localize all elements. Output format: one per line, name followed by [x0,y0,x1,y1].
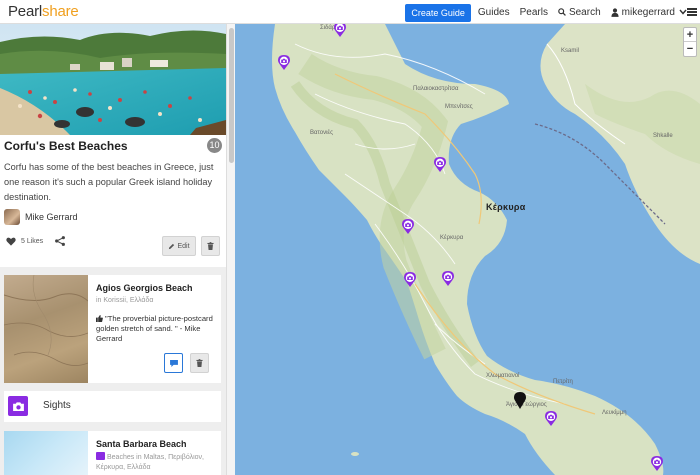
map-label-chlomatianoi: Χλωματιανοί [486,373,520,379]
map-pin-camera-icon[interactable] [434,157,446,172]
guide-description: Corfu has some of the best beaches in Gr… [4,162,214,202]
search-label: Search [568,6,601,18]
chevron-down-icon[interactable] [679,9,687,15]
map-pin-camera-icon[interactable] [442,271,454,286]
map-zoom-control: + − [683,27,697,57]
section-label: Sights [43,400,71,411]
search-icon [558,8,566,16]
user-menu[interactable]: mikegerrard [611,7,675,18]
map-label-lefkimmi: Λευκίμμη [602,410,627,416]
pearl-thumbnail[interactable] [4,431,88,475]
camera-icon [96,452,105,460]
map-label-shkalle: Shkalle [653,133,673,139]
comment-icon [169,359,178,367]
pearl-count-badge: 10 [207,138,222,153]
author-name[interactable]: Mike Gerrard [25,212,78,222]
logo-part-pearl: Pearl [8,3,43,20]
map-label-kerkyra: Κέρκυρα [486,202,526,212]
author-info[interactable]: Mike Gerrard [4,209,78,225]
pearl-card[interactable]: Santa Barbara Beach Beaches in Maltas, Π… [4,431,221,475]
map-label-vatonies: Βατονιές [310,130,333,136]
pearl-title[interactable]: Santa Barbara Beach [96,439,187,449]
pearl-location: Beaches in Maltas, Περιβόλιον, Κέρκυρα, … [96,452,216,473]
map-pin-camera-icon[interactable] [402,219,414,234]
create-guide-button[interactable]: Create Guide [405,3,471,22]
section-header-sights[interactable]: Sights [4,391,221,422]
pearl-quote: "The proverbial picture-postcard golden … [96,314,218,344]
logo-part-share: share [42,3,79,20]
map-pin-camera-icon[interactable] [334,24,346,37]
pearl-thumbnail[interactable] [4,275,88,383]
map-label-ksamil: Ksamil [561,48,580,54]
scrollbar-thumb[interactable] [229,28,234,163]
pearl-meta-text: Beaches in Maltas, Περιβόλιον, Κέρκυρα, … [96,454,204,471]
zoom-in-button[interactable]: + [684,28,696,42]
camera-icon [8,396,28,416]
map-label-mpeniatses: Μπενίτσες [445,104,473,110]
user-icon [611,7,619,17]
trash-icon [196,359,203,367]
pearlshare-logo[interactable]: Pearlshare [8,3,79,20]
likes-count[interactable]: 5 Likes [21,238,43,245]
map-label-kerkyra-region: Κέρκυρα [440,235,464,241]
comment-button[interactable] [164,353,183,373]
map-view[interactable]: Σιδάρι Παλαιοκαστρίτσα Μπενίτσες Βατονιέ… [235,24,700,475]
top-nav: Pearlshare Create Guide Guides Pearls Se… [0,0,700,24]
map-pin-camera-icon[interactable] [651,456,663,471]
nav-search-link[interactable]: Search [558,7,601,18]
sidebar-scrollbar[interactable] [226,24,235,475]
guide-cover-image [0,24,226,135]
nav-actions: Create Guide Guides Pearls Search mikege… [405,0,700,24]
map-label-agios-georgios: Άγιος Γεώργιος [506,402,547,408]
guide-card: Corfu's Best Beaches 10 Corfu has some o… [0,24,226,267]
pearl-title[interactable]: Agios Georgios Beach [96,283,193,293]
map-tiles[interactable] [235,24,700,475]
pencil-icon [169,243,175,249]
map-pin-selected-icon[interactable] [514,392,526,409]
map-pin-camera-icon[interactable] [404,272,416,287]
map-label-petriti: Πετρίτη [553,379,573,385]
pearl-card[interactable]: Agios Georgios Beach in Korissii, Ελλάδα… [4,275,221,383]
heart-icon[interactable] [6,237,16,246]
menu-icon[interactable] [687,8,697,16]
guide-title[interactable]: Corfu's Best Beaches [4,139,128,153]
map-pin-camera-icon[interactable] [278,55,290,70]
edit-guide-button[interactable]: Edit [162,236,196,256]
map-label-palaiokastritsa: Παλαιοκαστρίτσα [413,86,459,92]
pearl-location: in Korissii, Ελλάδα [96,297,154,304]
nav-pearls-link[interactable]: Pearls [520,7,548,18]
edit-label: Edit [177,242,190,250]
delete-pearl-button[interactable] [190,353,209,373]
guide-actions: 5 Likes [6,236,66,246]
username-label: mikegerrard [621,6,675,18]
thumbs-up-icon [96,315,103,322]
guide-sidebar: Corfu's Best Beaches 10 Corfu has some o… [0,24,235,475]
zoom-out-button[interactable]: − [684,42,696,56]
trash-icon [207,242,214,250]
nav-guides-link[interactable]: Guides [478,7,510,18]
map-pin-camera-icon[interactable] [545,411,557,426]
share-icon[interactable] [55,236,66,246]
delete-guide-button[interactable] [201,236,220,256]
author-avatar[interactable] [4,209,20,225]
pearl-quote-text: "The proverbial picture-postcard golden … [96,314,213,343]
